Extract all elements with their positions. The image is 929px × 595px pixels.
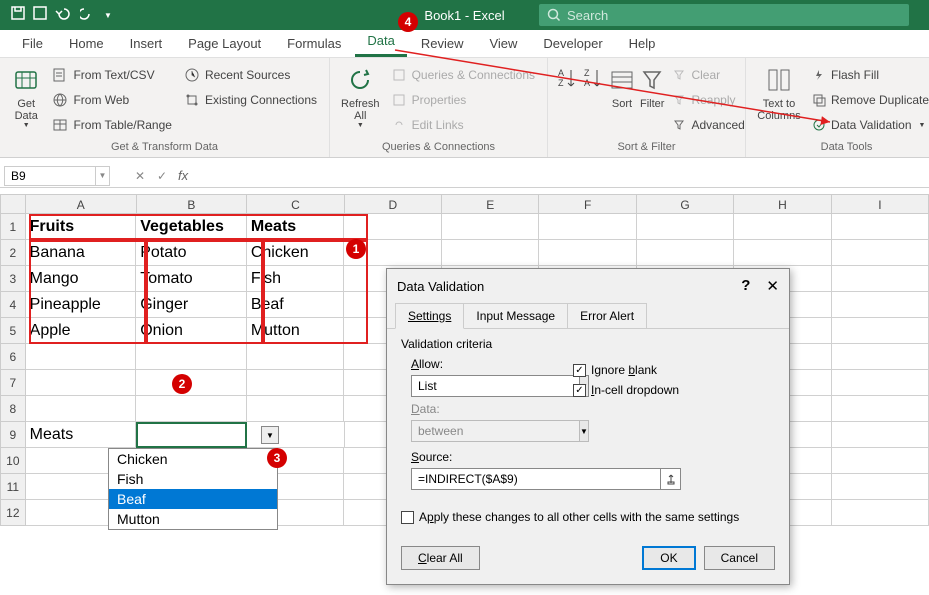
- redo-icon[interactable]: [80, 6, 98, 25]
- tab-review[interactable]: Review: [409, 32, 476, 57]
- fx-icon[interactable]: fx: [178, 168, 188, 183]
- sort-button[interactable]: Sort: [608, 62, 636, 136]
- annotation-badge-2: 2: [172, 374, 192, 394]
- tab-help[interactable]: Help: [617, 32, 668, 57]
- select-all-corner[interactable]: [0, 194, 26, 214]
- col-header[interactable]: D: [345, 194, 442, 214]
- validation-dropdown-list: Chicken Fish Beaf Mutton: [108, 448, 278, 530]
- edit-links-button: Edit Links: [387, 114, 539, 136]
- save-icon[interactable]: [32, 5, 48, 26]
- recent-sources-button[interactable]: Recent Sources: [180, 64, 321, 86]
- clear-all-button[interactable]: Clear All: [401, 546, 480, 570]
- data-validation-button[interactable]: Data Validation ▼: [808, 114, 929, 136]
- tab-file[interactable]: File: [10, 32, 55, 57]
- tab-data[interactable]: Data: [355, 29, 406, 57]
- flash-fill-button[interactable]: Flash Fill: [808, 64, 929, 86]
- in-cell-dropdown-checkbox[interactable]: ✓In-cell dropdown: [573, 383, 679, 397]
- col-header[interactable]: E: [442, 194, 539, 214]
- data-validation-dialog: Data Validation ? ✕ Settings Input Messa…: [386, 268, 790, 585]
- tab-view[interactable]: View: [477, 32, 529, 57]
- cell-dropdown-button[interactable]: ▼: [261, 426, 279, 444]
- name-box-dropdown[interactable]: ▼: [96, 166, 110, 186]
- from-text-csv-button[interactable]: From Text/CSV: [48, 64, 176, 86]
- enter-formula-icon[interactable]: ✓: [152, 166, 172, 186]
- sort-za-button[interactable]: ZA: [582, 62, 604, 136]
- tab-page-layout[interactable]: Page Layout: [176, 32, 273, 57]
- tab-developer[interactable]: Developer: [531, 32, 614, 57]
- document-title: Book1 - Excel: [424, 8, 504, 23]
- annotation-badge-3: 3: [267, 448, 287, 468]
- ignore-blank-checkbox[interactable]: ✓Ignore blank: [573, 363, 679, 377]
- undo-icon[interactable]: [54, 6, 74, 25]
- col-header[interactable]: G: [637, 194, 734, 214]
- annotation-badge-1: 1: [346, 239, 366, 259]
- tab-home[interactable]: Home: [57, 32, 116, 57]
- ok-button[interactable]: OK: [642, 546, 695, 570]
- get-data-button[interactable]: Get Data ▼: [8, 62, 44, 136]
- dropdown-item[interactable]: Mutton: [109, 509, 277, 529]
- svg-text:A: A: [584, 78, 590, 88]
- svg-text:Z: Z: [584, 68, 590, 78]
- allow-combo[interactable]: ▼: [411, 375, 561, 397]
- data-combo: ▼: [411, 420, 561, 442]
- dialog-title: Data Validation: [397, 279, 484, 294]
- dropdown-item-selected[interactable]: Beaf: [109, 489, 277, 509]
- cancel-formula-icon[interactable]: ✕: [130, 166, 150, 186]
- autosave-icon[interactable]: [10, 5, 26, 26]
- help-icon[interactable]: ?: [741, 277, 750, 295]
- ribbon-tabs: File Home Insert Page Layout Formulas Da…: [0, 30, 929, 58]
- dialog-tab-settings[interactable]: Settings: [395, 303, 464, 329]
- text-to-columns-button[interactable]: Text to Columns: [754, 62, 804, 136]
- search-input[interactable]: Search: [539, 4, 909, 26]
- criteria-label: Validation criteria: [401, 337, 775, 351]
- col-header[interactable]: C: [247, 194, 344, 214]
- svg-text:Z: Z: [558, 78, 564, 88]
- svg-text:A: A: [558, 68, 564, 78]
- col-header[interactable]: H: [734, 194, 831, 214]
- tab-insert[interactable]: Insert: [118, 32, 175, 57]
- active-cell[interactable]: [136, 422, 247, 448]
- sort-az-button[interactable]: AZ: [556, 62, 578, 136]
- col-header[interactable]: B: [137, 194, 248, 214]
- ribbon: Get Data ▼ From Text/CSV From Web From T…: [0, 58, 929, 158]
- from-web-button[interactable]: From Web: [48, 89, 176, 111]
- queries-connections-button[interactable]: Queries & Connections: [387, 64, 539, 86]
- allow-label: Allow:: [411, 357, 561, 371]
- remove-duplicates-button[interactable]: Remove Duplicates: [808, 89, 929, 111]
- clear-filter-button: Clear: [668, 64, 748, 86]
- col-header[interactable]: A: [26, 194, 137, 214]
- dropdown-item[interactable]: Chicken: [109, 449, 277, 469]
- tab-formulas[interactable]: Formulas: [275, 32, 353, 57]
- data-label: Data:: [411, 402, 775, 416]
- range-picker-icon[interactable]: [661, 468, 681, 490]
- col-header[interactable]: I: [832, 194, 929, 214]
- refresh-all-button[interactable]: Refresh All ▼: [338, 62, 383, 136]
- cancel-button[interactable]: Cancel: [704, 546, 775, 570]
- title-bar: ▼ Book1 - Excel Search: [0, 0, 929, 30]
- dropdown-item[interactable]: Fish: [109, 469, 277, 489]
- from-table-range-button[interactable]: From Table/Range: [48, 114, 176, 136]
- source-label: Source:: [411, 450, 775, 464]
- advanced-filter-button[interactable]: Advanced: [668, 114, 748, 136]
- source-input[interactable]: [411, 468, 681, 490]
- close-icon[interactable]: ✕: [766, 277, 779, 295]
- formula-bar: B9 ▼ ✕ ✓ fx: [0, 164, 929, 188]
- dialog-tab-input-message[interactable]: Input Message: [463, 303, 568, 329]
- annotation-badge-4: 4: [398, 12, 418, 32]
- dialog-tab-error-alert[interactable]: Error Alert: [567, 303, 647, 329]
- col-header[interactable]: F: [539, 194, 636, 214]
- filter-button[interactable]: Filter: [640, 62, 664, 136]
- reapply-button: Reapply: [668, 89, 748, 111]
- properties-button: Properties: [387, 89, 539, 111]
- existing-connections-button[interactable]: Existing Connections: [180, 89, 321, 111]
- apply-all-checkbox[interactable]: Apply these changes to all other cells w…: [401, 510, 775, 524]
- name-box[interactable]: B9: [4, 166, 96, 186]
